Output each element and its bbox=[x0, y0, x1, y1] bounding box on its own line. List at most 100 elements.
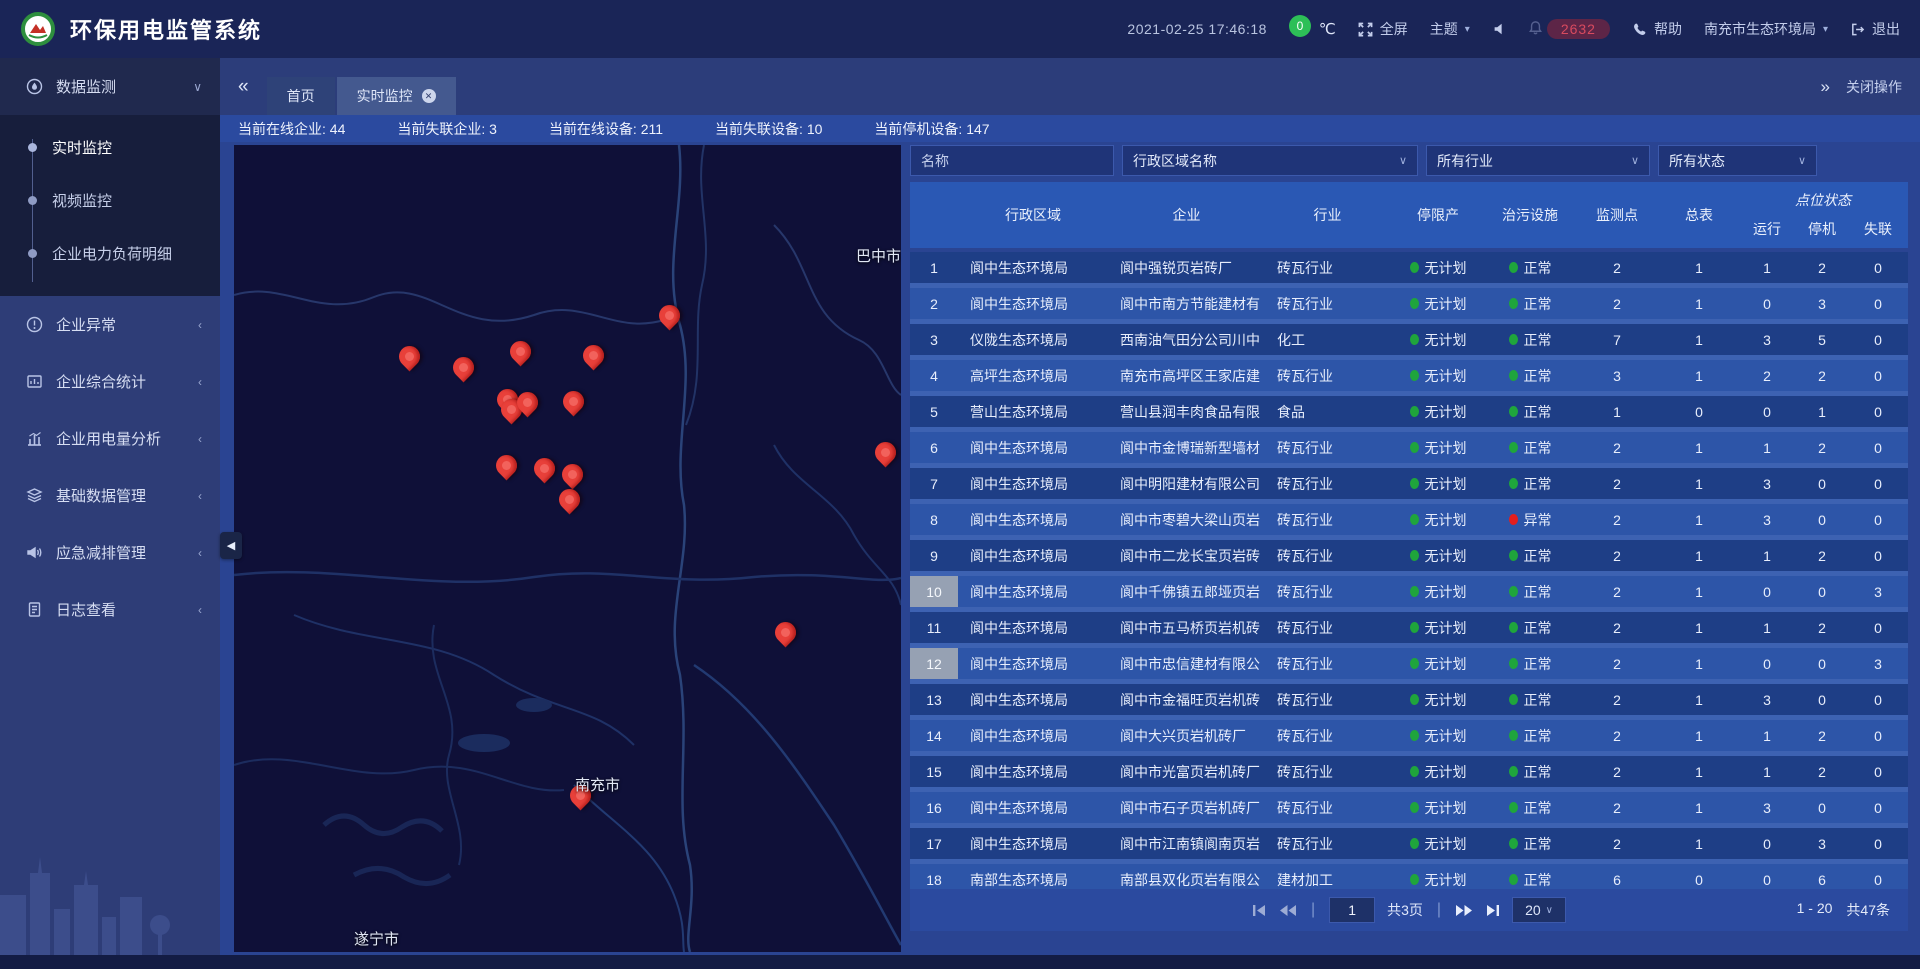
table-row[interactable]: 15阆中生态环境局阆中市光富页岩机砖厂砖瓦行业无计划正常21120 bbox=[910, 756, 1908, 787]
temperature-unit: ℃ bbox=[1319, 20, 1336, 38]
skyline-decoration bbox=[0, 825, 220, 955]
sidebar-item-7[interactable]: 日志查看‹ bbox=[0, 581, 220, 638]
status-text: 无计划 bbox=[1425, 294, 1467, 314]
bullet-icon bbox=[28, 196, 37, 205]
last-page-button[interactable] bbox=[1485, 904, 1500, 917]
region-select[interactable]: 行政区域名称 ∨ bbox=[1122, 145, 1418, 176]
sidebar-item-4[interactable]: 企业用电量分析‹ bbox=[0, 410, 220, 467]
close-icon[interactable]: ✕ bbox=[422, 89, 436, 103]
status-dot-icon bbox=[1509, 838, 1518, 849]
table-row[interactable]: 3仪陇生态环境局西南油气田分公司川中化工无计划正常71350 bbox=[910, 324, 1908, 355]
stat-item-5: 当前停机设备: 147 bbox=[874, 119, 989, 139]
sidebar-item-5[interactable]: 基础数据管理‹ bbox=[0, 467, 220, 524]
megaphone-icon bbox=[26, 544, 43, 561]
mute-speaker-button[interactable] bbox=[1492, 22, 1506, 36]
table-row[interactable]: 12阆中生态环境局阆中市忠信建材有限公砖瓦行业无计划正常21003 bbox=[910, 648, 1908, 679]
cell-region: 阆中生态环境局 bbox=[958, 762, 1108, 782]
industry-select[interactable]: 所有行业 ∨ bbox=[1426, 145, 1650, 176]
cell-facility-status: 正常 bbox=[1486, 654, 1574, 674]
status-select[interactable]: 所有状态 ∨ bbox=[1658, 145, 1817, 176]
table-row[interactable]: 11阆中生态环境局阆中市五马桥页岩机砖砖瓦行业无计划正常21120 bbox=[910, 612, 1908, 643]
table-row[interactable]: 18南部生态环境局南部县双化页岩有限公建材加工无计划正常60060 bbox=[910, 864, 1908, 889]
cell-points: 2 bbox=[1574, 836, 1660, 852]
cell-index: 8 bbox=[910, 504, 958, 535]
cell-facility-status: 正常 bbox=[1486, 762, 1574, 782]
cell-stop-status: 无计划 bbox=[1390, 330, 1486, 350]
table-row[interactable]: 9阆中生态环境局阆中市二龙长宝页岩砖砖瓦行业无计划正常21120 bbox=[910, 540, 1908, 571]
cell-stop-status: 无计划 bbox=[1390, 690, 1486, 710]
sidebar-item-label: 应急减排管理 bbox=[56, 542, 146, 563]
cell-stopped: 3 bbox=[1796, 296, 1848, 312]
sidebar-item-label: 基础数据管理 bbox=[56, 485, 146, 506]
page-number-input[interactable] bbox=[1329, 897, 1375, 923]
table-row[interactable]: 13阆中生态环境局阆中市金福旺页岩机砖砖瓦行业无计划正常21300 bbox=[910, 684, 1908, 715]
table-row[interactable]: 14阆中生态环境局阆中大兴页岩机砖厂砖瓦行业无计划正常21120 bbox=[910, 720, 1908, 751]
sidebar-item-label: 数据监测 bbox=[56, 76, 116, 97]
cell-index: 17 bbox=[910, 828, 958, 859]
sidebar-subitem-3[interactable]: 企业电力负荷明细 bbox=[0, 227, 220, 280]
map-panel[interactable]: 巴中市南充市遂宁市 bbox=[234, 145, 901, 952]
column-header-lost: 失联 bbox=[1848, 210, 1908, 248]
bullet-icon bbox=[28, 249, 37, 258]
cell-stop-status: 无计划 bbox=[1390, 294, 1486, 314]
name-search-input[interactable] bbox=[910, 145, 1114, 176]
cell-facility-status: 正常 bbox=[1486, 834, 1574, 854]
column-header-facility: 治污设施 bbox=[1486, 182, 1574, 248]
tab-scroll-left-icon[interactable]: « bbox=[238, 76, 249, 98]
table-row[interactable]: 2阆中生态环境局阆中市南方节能建材有砖瓦行业无计划正常21030 bbox=[910, 288, 1908, 319]
sidebar-subitem-1[interactable]: 实时监控 bbox=[0, 121, 220, 174]
table-row[interactable]: 5营山生态环境局营山县润丰肉食品有限食品无计划正常10010 bbox=[910, 396, 1908, 427]
table-row[interactable]: 4高坪生态环境局南充市高坪区王家店建砖瓦行业无计划正常31220 bbox=[910, 360, 1908, 391]
help-button[interactable]: 帮助 bbox=[1632, 19, 1682, 39]
cell-company: 阆中明阳建材有限公司 bbox=[1108, 474, 1265, 494]
cell-index: 5 bbox=[910, 396, 958, 427]
logout-button[interactable]: 退出 bbox=[1850, 19, 1900, 39]
status-text: 无计划 bbox=[1425, 834, 1467, 854]
sidebar-subitem-2[interactable]: 视频监控 bbox=[0, 174, 220, 227]
table-row[interactable]: 16阆中生态环境局阆中市石子页岩机砖厂砖瓦行业无计划正常21300 bbox=[910, 792, 1908, 823]
notifications-button[interactable]: 2632 bbox=[1528, 19, 1610, 39]
next-page-button[interactable] bbox=[1455, 904, 1473, 917]
table-row[interactable]: 17阆中生态环境局阆中市江南镇阆南页岩砖瓦行业无计划正常21030 bbox=[910, 828, 1908, 859]
tab-1[interactable]: 首页 bbox=[267, 77, 335, 115]
cell-meter: 1 bbox=[1660, 656, 1738, 672]
cell-industry: 砖瓦行业 bbox=[1265, 798, 1390, 818]
table-row[interactable]: 7阆中生态环境局阆中明阳建材有限公司砖瓦行业无计划正常21300 bbox=[910, 468, 1908, 499]
status-dot-icon bbox=[1509, 514, 1518, 525]
sidebar-item-3[interactable]: 企业综合统计‹ bbox=[0, 353, 220, 410]
cell-industry: 砖瓦行业 bbox=[1265, 438, 1390, 458]
bar-chart-icon bbox=[26, 430, 43, 447]
chevron-down-icon: ▾ bbox=[1465, 24, 1470, 35]
cell-stop-status: 无计划 bbox=[1390, 762, 1486, 782]
sidebar-item-6[interactable]: 应急减排管理‹ bbox=[0, 524, 220, 581]
cell-industry: 砖瓦行业 bbox=[1265, 834, 1390, 854]
status-dot-icon bbox=[1410, 622, 1419, 633]
table-row[interactable]: 10阆中生态环境局阆中千佛镇五郎垭页岩砖瓦行业无计划正常21003 bbox=[910, 576, 1908, 607]
cell-index: 2 bbox=[910, 288, 958, 319]
theme-dropdown[interactable]: 主题 ▾ bbox=[1430, 19, 1470, 39]
sidebar-item-2[interactable]: 企业异常‹ bbox=[0, 296, 220, 353]
sidebar-submenu: 实时监控视频监控企业电力负荷明细 bbox=[0, 115, 220, 296]
sidebar-item-1[interactable]: 数据监测∨ bbox=[0, 58, 220, 115]
table-row[interactable]: 8阆中生态环境局阆中市枣碧大梁山页岩砖瓦行业无计划异常21300 bbox=[910, 504, 1908, 535]
table-row[interactable]: 1阆中生态环境局阆中强锐页岩砖厂砖瓦行业无计划正常21120 bbox=[910, 252, 1908, 283]
map-collapse-button[interactable]: ◀ bbox=[220, 532, 242, 559]
cell-points: 2 bbox=[1574, 512, 1660, 528]
cell-region: 高坪生态环境局 bbox=[958, 366, 1108, 386]
tab-2[interactable]: 实时监控✕ bbox=[337, 77, 456, 115]
table-row[interactable]: 6阆中生态环境局阆中市金博瑞新型墙材砖瓦行业无计划正常21120 bbox=[910, 432, 1908, 463]
prev-page-button[interactable] bbox=[1279, 904, 1297, 917]
cell-company: 阆中市江南镇阆南页岩 bbox=[1108, 834, 1265, 854]
cell-facility-status: 正常 bbox=[1486, 798, 1574, 818]
page-size-select[interactable]: 20 ∨ bbox=[1512, 897, 1566, 923]
bell-icon bbox=[1528, 20, 1543, 38]
fullscreen-button[interactable]: 全屏 bbox=[1358, 19, 1408, 39]
first-page-button[interactable] bbox=[1252, 904, 1267, 917]
org-dropdown[interactable]: 南充市生态环境局 ▾ bbox=[1704, 19, 1828, 39]
cell-stop-status: 无计划 bbox=[1390, 366, 1486, 386]
status-dot-icon bbox=[1410, 874, 1419, 885]
cell-running: 1 bbox=[1738, 728, 1796, 744]
status-dot-icon bbox=[1410, 478, 1419, 489]
tab-scroll-right-icon[interactable]: » bbox=[1821, 77, 1830, 97]
close-operations-button[interactable]: 关闭操作 bbox=[1846, 77, 1902, 97]
